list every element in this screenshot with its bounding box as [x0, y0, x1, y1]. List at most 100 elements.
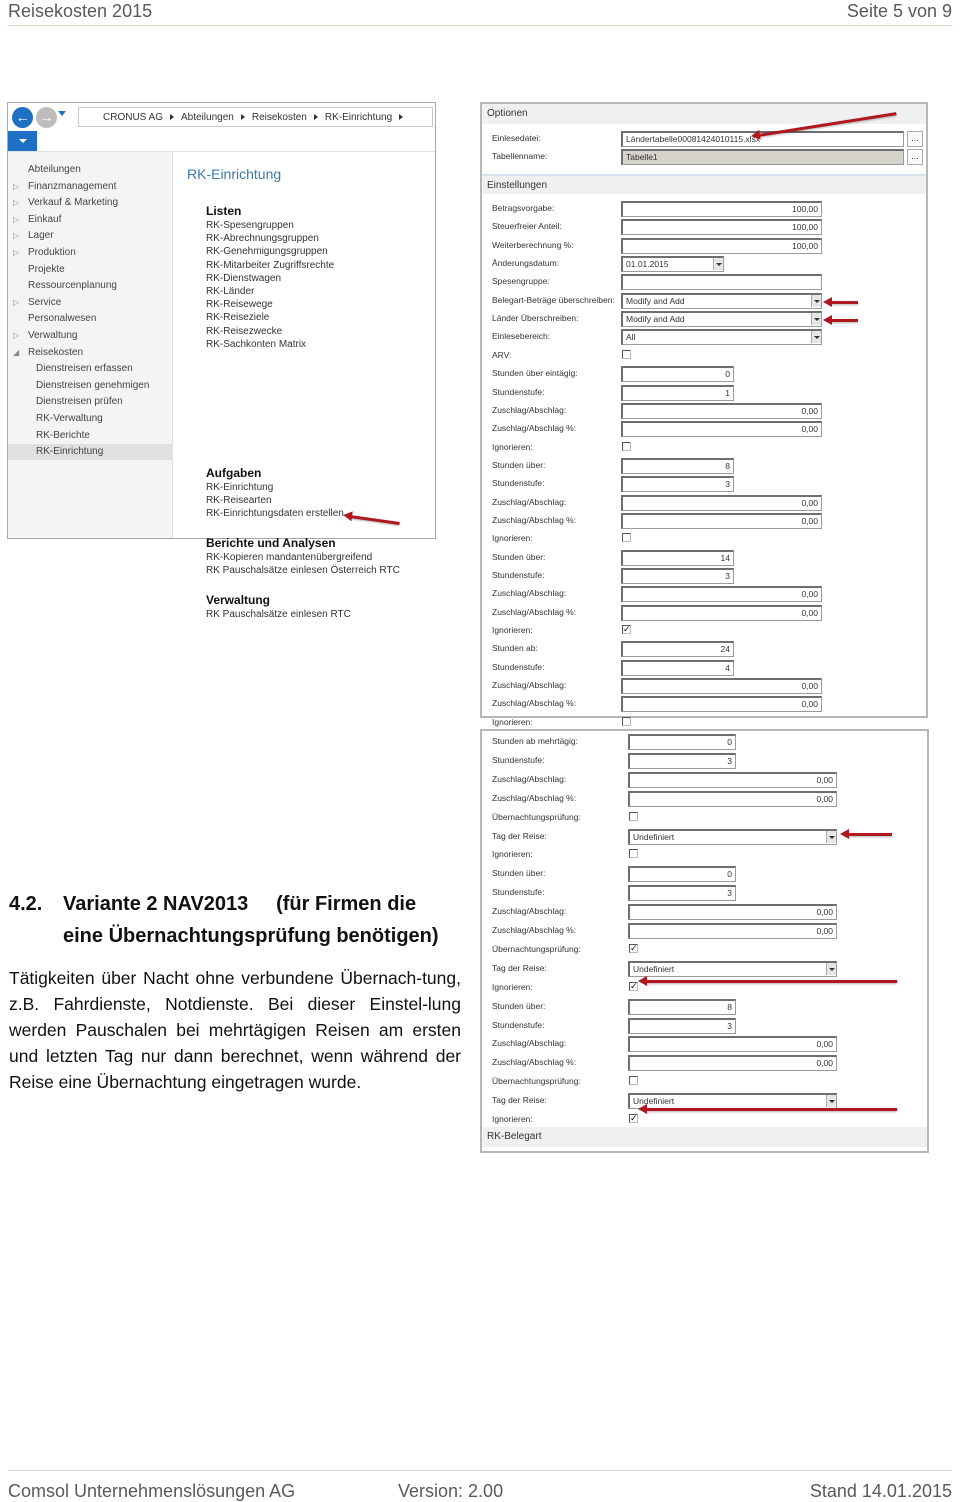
nav-item[interactable]: ◢ Reisekosten [8, 345, 173, 361]
input-field[interactable]: 0 [628, 734, 736, 750]
checkbox[interactable]: ✓ [629, 1114, 638, 1123]
einlesedatei-browse-button[interactable]: ... [907, 131, 923, 147]
ribbon-expand-button[interactable] [8, 131, 37, 151]
action-link[interactable]: RK-Genehmigungsgruppen [206, 246, 328, 257]
nav-item[interactable]: ▷ Lager [8, 228, 173, 244]
breadcrumb-separator-icon[interactable] [399, 114, 404, 120]
arrow-left-icon[interactable]: ← [12, 107, 33, 128]
checkbox[interactable] [622, 349, 631, 359]
input-field[interactable]: 8 [621, 457, 734, 474]
nav-item[interactable]: ▷ Produktion [8, 245, 173, 261]
checkbox[interactable] [622, 716, 631, 726]
chevron-down-icon[interactable] [58, 111, 66, 116]
breadcrumb-item[interactable]: Reisekosten [252, 112, 307, 123]
nav-item[interactable]: ▷ Service [8, 295, 173, 311]
input-field[interactable]: 0,00 [621, 421, 822, 438]
expand-arrow-icon[interactable]: ▷ [13, 245, 19, 261]
action-link[interactable]: RK-Dienstwagen [206, 273, 281, 284]
expand-arrow-icon[interactable]: ▷ [13, 295, 19, 311]
dropdown-field[interactable]: All [621, 329, 822, 346]
nav-item[interactable]: Projekte [8, 262, 173, 278]
breadcrumb-separator-icon[interactable] [170, 114, 175, 120]
checkbox[interactable] [629, 1076, 638, 1086]
action-link[interactable]: RK-Reisezwecke [206, 326, 282, 337]
input-field[interactable]: 3 [628, 752, 736, 769]
tabellenname-browse-button[interactable]: ... [907, 149, 923, 165]
input-field[interactable]: 3 [628, 1017, 736, 1034]
checkbox[interactable] [629, 811, 638, 821]
action-link[interactable]: RK-Reiseziele [206, 312, 269, 323]
input-field[interactable]: 0,00 [628, 771, 837, 788]
action-link[interactable]: RK-Abrechnungsgruppen [206, 233, 319, 244]
nav-item[interactable]: ▷ Verwaltung [8, 328, 173, 344]
input-field[interactable]: 0,00 [621, 512, 822, 529]
breadcrumb-item[interactable]: Abteilungen [181, 112, 234, 123]
input-field[interactable]: 4 [621, 659, 734, 676]
dropdown-field[interactable]: Undefiniert [628, 828, 837, 845]
nav-subitem[interactable]: RK-Berichte [8, 428, 173, 444]
dropdown-arrow-icon[interactable] [811, 331, 821, 344]
dropdown-arrow-icon[interactable] [826, 962, 836, 975]
input-field[interactable]: 0,00 [621, 604, 822, 621]
expand-arrow-icon[interactable]: ◢ [13, 345, 19, 361]
input-field[interactable]: 100,00 [621, 237, 822, 254]
dropdown-arrow-icon[interactable] [826, 1095, 836, 1108]
input-field[interactable]: 0 [628, 866, 736, 883]
action-link[interactable]: RK-Reisewege [206, 299, 273, 310]
checkbox[interactable] [622, 533, 631, 543]
action-link[interactable]: RK-Einrichtung [206, 482, 273, 493]
dropdown-arrow-icon[interactable] [826, 830, 836, 843]
action-link[interactable]: RK-Kopieren mandantenübergreifend [206, 552, 372, 563]
nav-subitem[interactable]: RK-Verwaltung [8, 411, 173, 427]
checkbox[interactable] [622, 441, 631, 451]
nav-subitem[interactable]: RK-Einrichtung [8, 444, 173, 461]
dropdown-arrow-icon[interactable] [811, 294, 821, 307]
breadcrumb-item[interactable]: CRONUS AG [103, 112, 163, 123]
expand-arrow-icon[interactable]: ▷ [13, 328, 19, 344]
expand-arrow-icon[interactable]: ▷ [13, 179, 19, 195]
action-link[interactable]: RK-Spesengruppen [206, 220, 294, 231]
expand-arrow-icon[interactable]: ▷ [13, 195, 19, 211]
dropdown-arrow-icon[interactable] [811, 313, 821, 326]
input-field[interactable]: 0,00 [621, 678, 822, 695]
input-field[interactable]: 0,00 [628, 923, 837, 939]
input-field[interactable]: 0,00 [628, 790, 837, 807]
tabellenname-field[interactable]: Tabelle1 [621, 149, 904, 165]
breadcrumb-item[interactable]: RK-Einrichtung [325, 112, 392, 123]
input-field[interactable] [621, 274, 822, 291]
nav-item[interactable]: Abteilungen [8, 162, 173, 178]
nav-subitem[interactable]: Dienstreisen genehmigen [8, 378, 173, 394]
nav-subitem[interactable]: Dienstreisen erfassen [8, 361, 173, 377]
dropdown-field[interactable]: 01.01.2015 [621, 256, 724, 273]
expand-arrow-icon[interactable]: ▷ [13, 212, 19, 228]
checkbox[interactable]: ✓ [629, 981, 638, 991]
input-field[interactable]: 3 [621, 568, 734, 584]
input-field[interactable]: 3 [621, 476, 734, 493]
input-field[interactable]: 0,00 [621, 402, 822, 419]
input-field[interactable]: 100,00 [621, 219, 822, 236]
checkbox[interactable] [629, 849, 638, 859]
input-field[interactable]: 0,00 [621, 696, 822, 713]
action-link[interactable]: RK-Reisearten [206, 495, 272, 506]
input-field[interactable]: 1 [621, 384, 734, 401]
input-field[interactable]: 24 [621, 641, 734, 658]
dropdown-arrow-icon[interactable] [713, 258, 723, 271]
input-field[interactable]: 0,00 [621, 494, 822, 511]
expand-arrow-icon[interactable]: ▷ [13, 228, 19, 244]
nav-subitem[interactable]: Dienstreisen prüfen [8, 394, 173, 410]
input-field[interactable]: 0,00 [628, 1055, 837, 1072]
dropdown-field[interactable]: Modify and Add [621, 311, 822, 328]
breadcrumb-separator-icon[interactable] [240, 114, 245, 120]
breadcrumb-separator-icon[interactable] [313, 114, 318, 120]
input-field[interactable]: 0,00 [628, 1036, 837, 1053]
dropdown-field[interactable]: Undefiniert [628, 960, 837, 977]
dropdown-field[interactable]: Undefiniert [628, 1093, 837, 1110]
action-link[interactable]: RK-Mitarbeiter Zugriffsrechte [206, 260, 334, 271]
nav-item[interactable]: ▷ Finanzmanagement [8, 179, 173, 195]
action-link[interactable]: RK-Länder [206, 286, 254, 297]
input-field[interactable]: 14 [621, 549, 734, 566]
arrow-right-icon[interactable]: → [36, 107, 57, 128]
nav-item[interactable]: Personalwesen [8, 311, 173, 327]
action-link[interactable]: RK Pauschalsätze einlesen Österreich RTC [206, 565, 400, 576]
input-field[interactable]: 0,00 [621, 586, 822, 603]
